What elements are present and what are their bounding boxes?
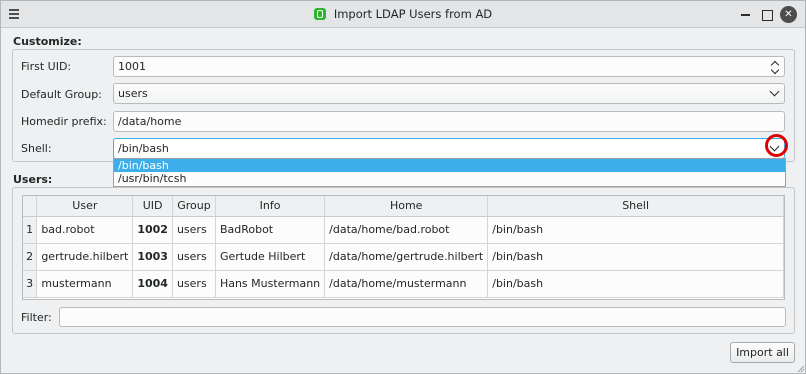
cell-info[interactable]: Gertude Hilbert <box>215 243 326 271</box>
import-all-button[interactable]: Import all <box>730 342 795 363</box>
minimize-icon[interactable] <box>737 6 754 23</box>
row-number: 3 <box>23 270 38 298</box>
cell-group[interactable]: users <box>172 216 216 244</box>
shell-value: /bin/bash <box>118 142 169 155</box>
cell-home[interactable]: /data/home/mustermann <box>324 270 489 298</box>
column-header-info[interactable]: Info <box>215 196 326 217</box>
import-ldap-dialog: Import LDAP Users from AD ✕ Customize: F… <box>0 0 806 374</box>
column-header-group[interactable]: Group <box>172 196 216 217</box>
cell-group[interactable]: users <box>172 243 216 271</box>
cell-shell[interactable]: /bin/bash <box>487 216 784 244</box>
cell-shell[interactable]: /bin/bash <box>487 270 784 298</box>
cell-user[interactable]: bad.robot <box>36 216 134 244</box>
cell-home[interactable]: /data/home/gertrude.hilbert <box>324 243 489 271</box>
window-title-text: Import LDAP Users from AD <box>333 7 493 21</box>
default-group-value: users <box>118 87 148 100</box>
filter-label: Filter: <box>21 311 52 324</box>
cell-group[interactable]: users <box>172 270 216 298</box>
chevron-down-icon[interactable] <box>769 86 780 97</box>
row-number: 2 <box>23 243 38 271</box>
title-bar[interactable]: Import LDAP Users from AD ✕ <box>1 1 805 28</box>
cell-info[interactable]: BadRobot <box>215 216 326 244</box>
app-logo-icon <box>313 8 326 20</box>
table-row[interactable]: 2 gertrude.hilbert 1003 users Gertude Hi… <box>23 243 784 271</box>
homedir-prefix-label: Homedir prefix: <box>21 115 107 128</box>
first-uid-label: First UID: <box>21 60 72 73</box>
column-header-home[interactable]: Home <box>324 196 489 217</box>
cell-home[interactable]: /data/home/bad.robot <box>324 216 489 244</box>
table-row[interactable]: 3 mustermann 1004 users Hans Mustermann … <box>23 270 784 298</box>
shell-option-tcsh[interactable]: /usr/bin/tcsh <box>114 172 785 185</box>
homedir-prefix-value: /data/home <box>118 115 182 128</box>
cell-uid[interactable]: 1004 <box>132 270 173 298</box>
cell-user[interactable]: mustermann <box>36 270 134 298</box>
close-icon[interactable]: ✕ <box>780 6 797 23</box>
users-table[interactable]: User UID Group Info Home Shell 1 bad.rob… <box>22 195 785 300</box>
first-uid-spinbox[interactable]: 1001 <box>113 56 785 77</box>
cell-uid[interactable]: 1003 <box>132 243 173 271</box>
shell-combobox[interactable]: /bin/bash <box>113 138 785 159</box>
table-corner <box>23 196 38 217</box>
shell-dropdown-list[interactable]: /bin/bash /usr/bin/tcsh <box>113 158 786 187</box>
maximize-icon[interactable] <box>758 6 775 23</box>
first-uid-value: 1001 <box>118 60 146 73</box>
customize-heading: Customize: <box>13 35 82 48</box>
highlight-circle <box>765 134 788 157</box>
homedir-prefix-input[interactable]: /data/home <box>113 111 785 132</box>
default-group-label: Default Group: <box>21 88 102 101</box>
column-header-shell[interactable]: Shell <box>487 196 784 217</box>
table-row[interactable]: 1 bad.robot 1002 users BadRobot /data/ho… <box>23 216 784 244</box>
shell-option-bash[interactable]: /bin/bash <box>114 159 785 172</box>
default-group-combobox[interactable]: users <box>113 83 785 104</box>
users-table-grid: User UID Group Info Home Shell 1 bad.rob… <box>23 196 784 298</box>
column-header-uid[interactable]: UID <box>132 196 173 217</box>
cell-info[interactable]: Hans Mustermann <box>215 270 326 298</box>
spin-arrows-icon[interactable] <box>770 59 780 75</box>
cell-shell[interactable]: /bin/bash <box>487 243 784 271</box>
users-heading: Users: <box>13 173 53 186</box>
row-number: 1 <box>23 216 38 244</box>
resize-grip-icon[interactable] <box>797 365 804 372</box>
table-header-row: User UID Group Info Home Shell <box>23 196 784 217</box>
cell-user[interactable]: gertrude.hilbert <box>36 243 134 271</box>
window-title: Import LDAP Users from AD <box>1 7 805 21</box>
column-header-user[interactable]: User <box>36 196 134 217</box>
import-all-label: Import all <box>736 346 789 359</box>
cell-uid[interactable]: 1002 <box>132 216 173 244</box>
shell-label: Shell: <box>21 142 52 155</box>
filter-input[interactable] <box>59 307 786 327</box>
